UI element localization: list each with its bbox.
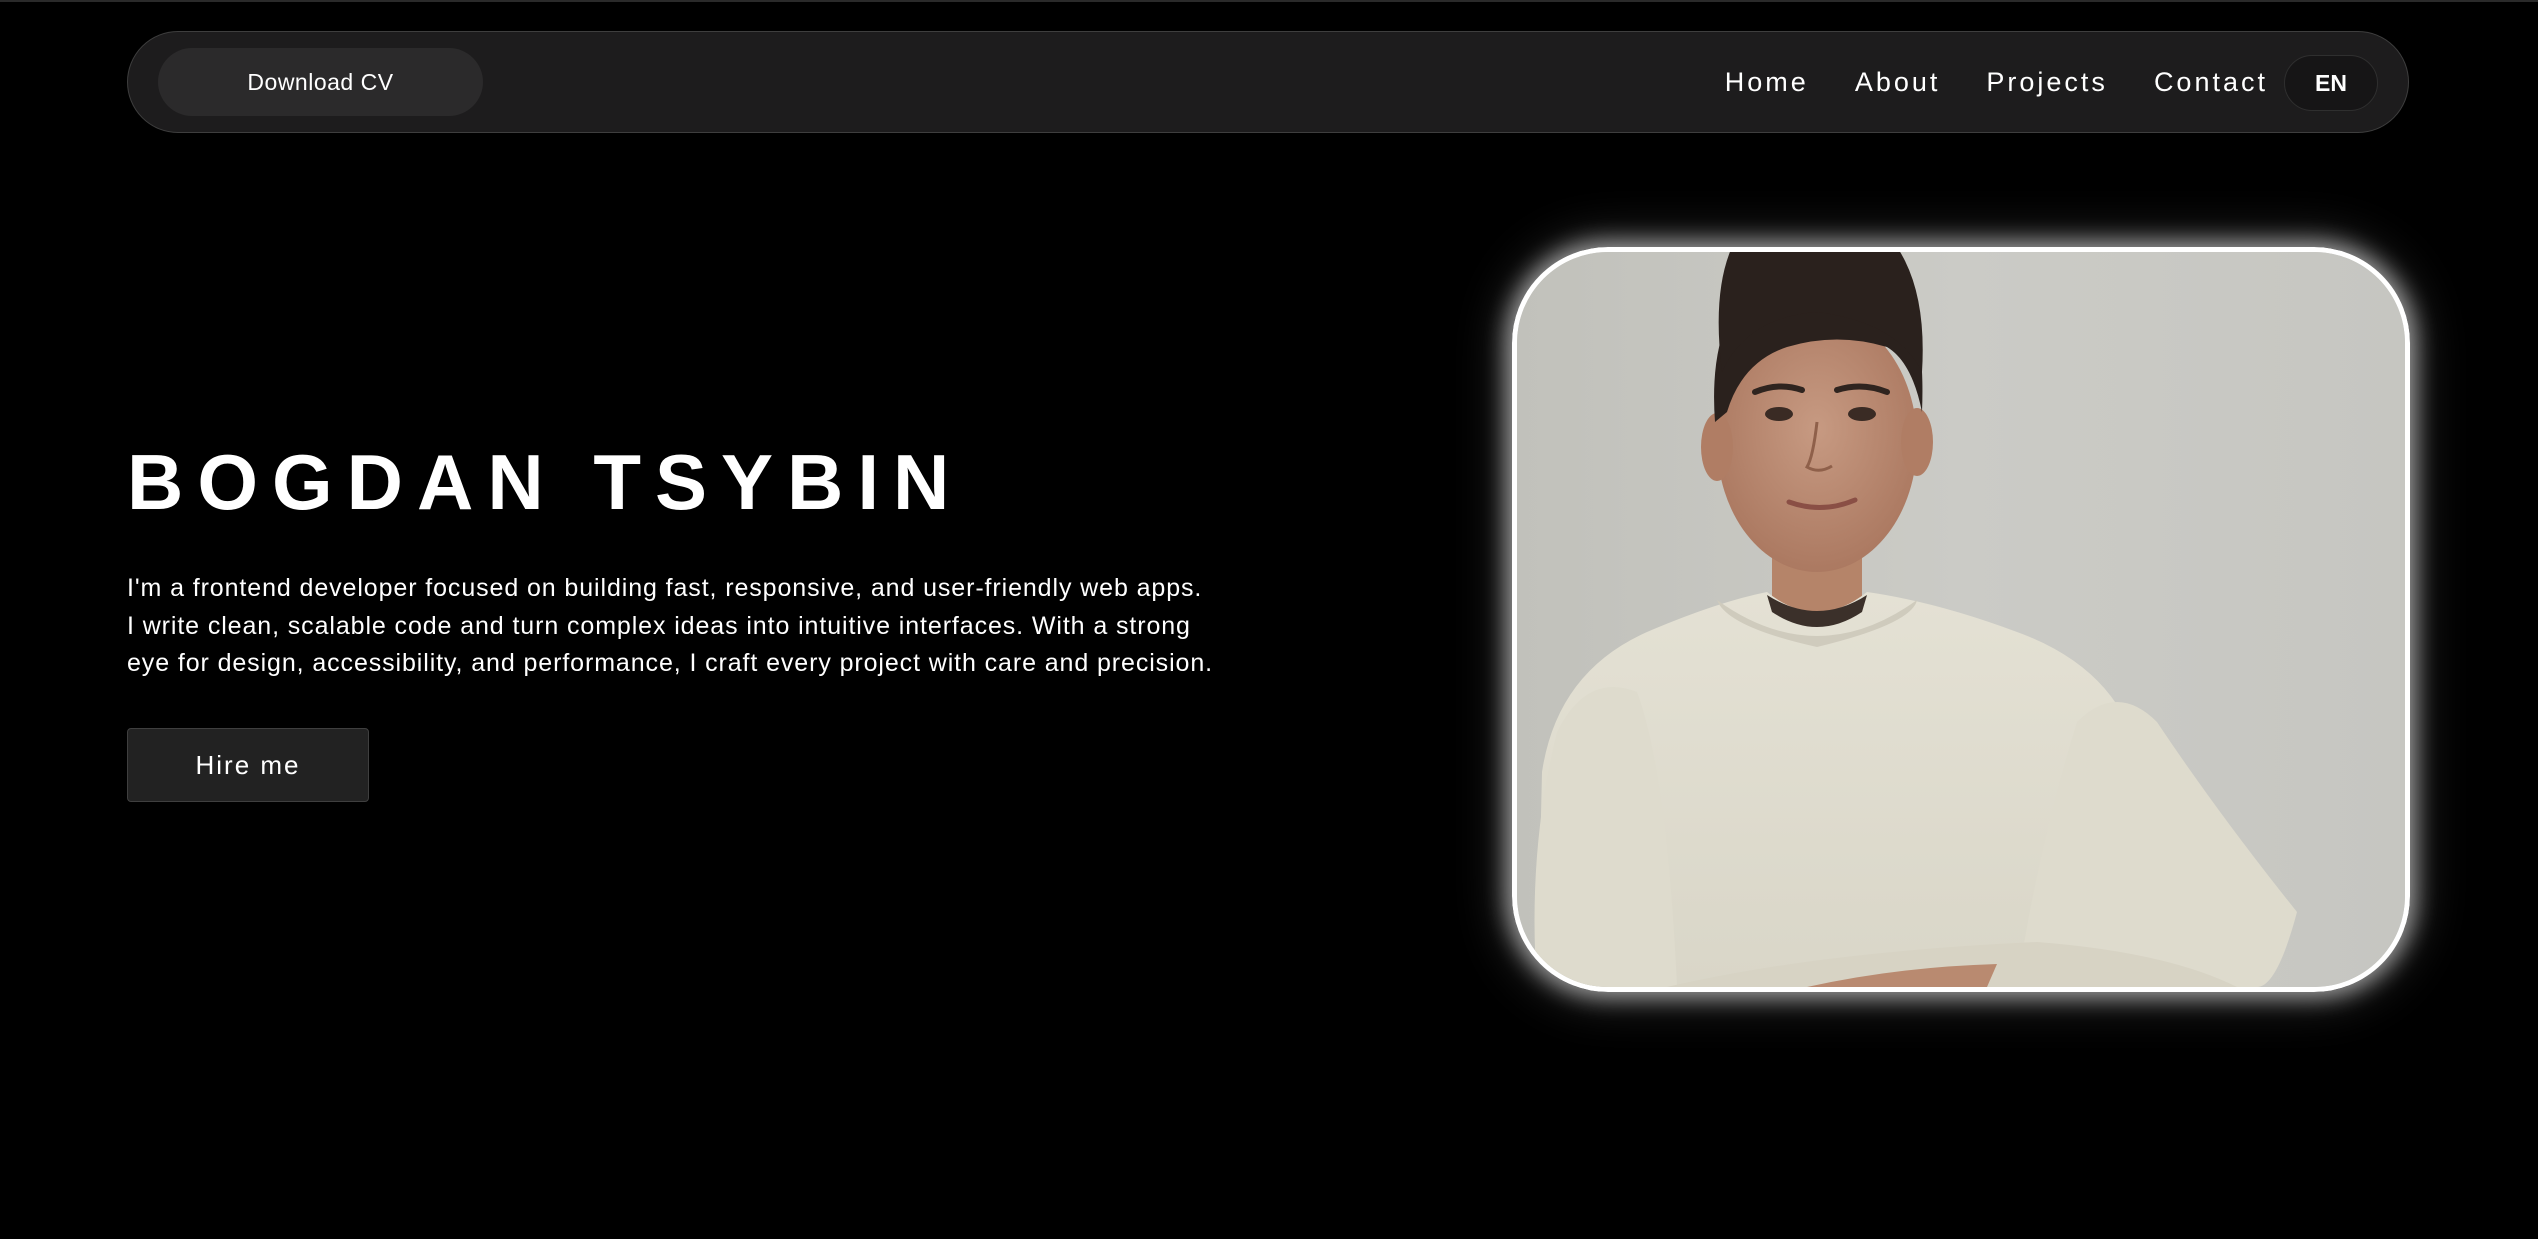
- profile-photo: [1512, 247, 2410, 992]
- navbar: Download CV Home About Projects Contact …: [127, 31, 2409, 133]
- download-cv-button[interactable]: Download CV: [158, 48, 483, 116]
- top-border: [0, 0, 2538, 2]
- hero-description-line: eye for design, accessibility, and perfo…: [127, 649, 1213, 677]
- nav-link-contact[interactable]: Contact: [2154, 67, 2268, 98]
- hire-me-button[interactable]: Hire me: [127, 728, 369, 802]
- language-switcher-button[interactable]: EN: [2284, 55, 2378, 111]
- nav-link-about[interactable]: About: [1855, 67, 1941, 98]
- nav-link-home[interactable]: Home: [1725, 67, 1809, 98]
- hero-description: I'm a frontend developer focused on buil…: [127, 570, 1267, 683]
- hero-title: BOGDAN TSYBIN: [127, 438, 964, 526]
- nav-link-projects[interactable]: Projects: [1986, 67, 2108, 98]
- hero-description-line: I write clean, scalable code and turn co…: [127, 611, 1191, 640]
- nav-links: Home About Projects Contact: [1725, 32, 2268, 132]
- portrait-illustration: [1517, 252, 2405, 987]
- hero-description-line: I'm a frontend developer focused on buil…: [127, 574, 1203, 602]
